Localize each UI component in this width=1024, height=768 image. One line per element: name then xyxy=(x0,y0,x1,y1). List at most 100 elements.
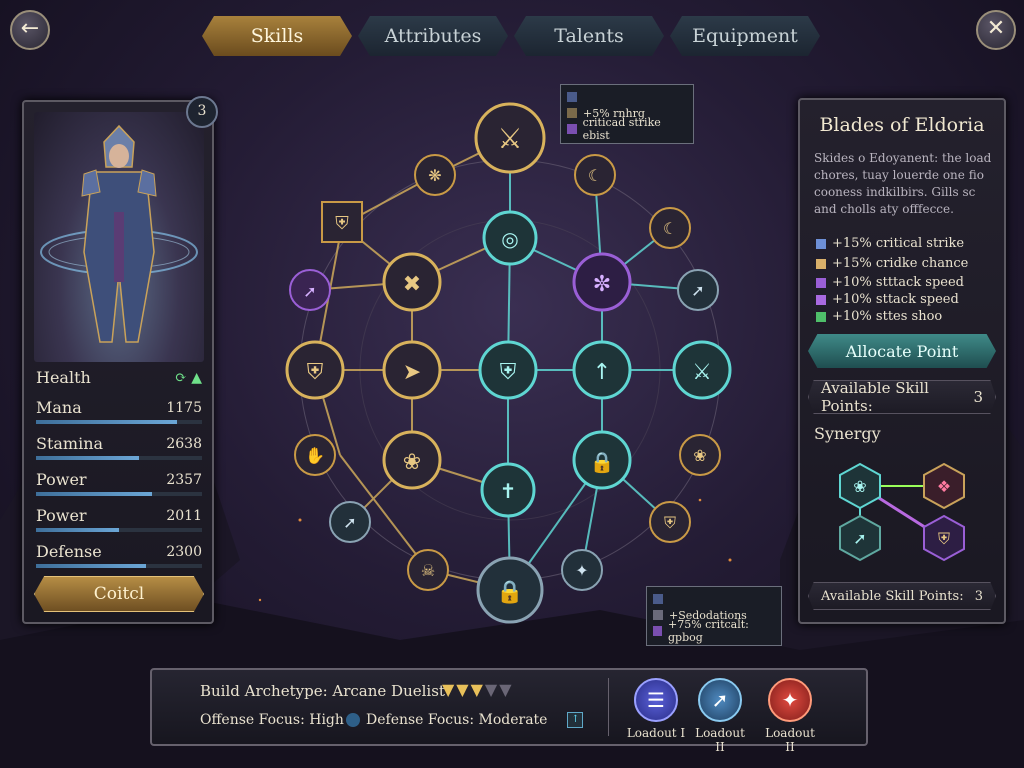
svg-text:🔒: 🔒 xyxy=(496,580,523,605)
skill-node-fist[interactable]: ✋ xyxy=(294,434,336,476)
skill-tree: ⚔ ❋ ⛨ ➚ ✖ ⛨ ➤ ✋ ❀ ➚ ☠ ◎ ⛨ ✝ 🔒 ✼ ↑ 🔒 ⚔ ☾ … xyxy=(285,102,732,624)
bonus-icon xyxy=(653,626,662,636)
skill-node-sword-teal[interactable]: ↑ xyxy=(572,340,632,400)
skill-node-spear-right[interactable]: ➚ xyxy=(677,269,719,311)
bonus-text: +10% sttack speed xyxy=(832,292,959,307)
stat-power-2: Power 2011 xyxy=(36,506,202,540)
svg-text:⛨: ⛨ xyxy=(500,360,517,385)
bonus-item: +10% stttack speed xyxy=(816,275,964,290)
defense-icon xyxy=(346,713,360,727)
svg-text:⛨: ⛨ xyxy=(307,360,324,385)
skill-tooltip-bottom: +Sedodations +75% critcalt: gpbog xyxy=(646,586,782,646)
regen-icons: ⟳ ▲ xyxy=(175,370,202,386)
stat-label: Stamina xyxy=(36,434,104,453)
close-button[interactable]: ✕ xyxy=(976,10,1016,50)
available-points-value: 3 xyxy=(973,388,983,406)
skill-node-dragon[interactable]: ❀ xyxy=(382,430,442,490)
skill-node-gold-2[interactable]: ⛨ xyxy=(321,201,363,243)
svg-text:🔒: 🔒 xyxy=(590,450,615,474)
allocate-point-button[interactable]: Allocate Point xyxy=(808,334,996,368)
skill-node-mask[interactable]: ☠ xyxy=(407,549,449,591)
skill-node-blade[interactable]: ➚ xyxy=(329,501,371,543)
loadout-1[interactable]: ☰ Loadout I xyxy=(626,678,686,740)
build-summary-bar: Build Archetype: Arcane Duelist ▼▼▼▼▼ Of… xyxy=(150,668,868,754)
skill-node-beast[interactable]: ❀ xyxy=(679,434,721,476)
synergy-node-blade[interactable]: ➚ xyxy=(839,514,881,562)
available-points-row-2: Available Skill Points: 3 xyxy=(808,582,996,610)
tab-talents[interactable]: Talents xyxy=(514,16,664,56)
skill-node-shield-right[interactable]: ⛨ xyxy=(649,501,691,543)
svg-text:⚔: ⚔ xyxy=(692,360,712,385)
synergy-node-shield[interactable]: ⛨ xyxy=(923,514,965,562)
skill-node-vortex[interactable]: ✼ xyxy=(572,252,632,312)
knight-figure xyxy=(40,124,198,343)
bonus-icon xyxy=(816,311,826,322)
skill-node-mace[interactable]: ✦ xyxy=(561,549,603,591)
synergy-node-beast[interactable]: ❀ xyxy=(839,462,881,510)
loadout-3[interactable]: ✦ Loadout II xyxy=(760,678,820,754)
tab-skills[interactable]: Skills xyxy=(202,16,352,56)
tab-attributes[interactable]: Attributes xyxy=(358,16,508,56)
tooltip-text: criticad strike ebist xyxy=(582,116,661,142)
bonus-icon xyxy=(567,124,577,134)
stat-label: Power xyxy=(36,506,87,525)
skill-node-shield-gold[interactable]: ⛨ xyxy=(285,340,345,400)
bonus-item: +15% critical strike xyxy=(816,236,964,251)
loadout-label: Loadout I xyxy=(626,726,686,740)
svg-text:➚: ➚ xyxy=(853,529,866,548)
rune-icon: ☰ xyxy=(634,678,678,722)
svg-text:☾: ☾ xyxy=(588,166,602,185)
close-icon: ✕ xyxy=(986,16,1006,41)
confirm-button[interactable]: Coitcl xyxy=(34,576,204,612)
stat-bar xyxy=(36,420,202,424)
loadout-2[interactable]: ➚ Loadout II xyxy=(690,678,750,754)
offense-focus: Offense Focus: High xyxy=(200,712,344,728)
bonus-icon xyxy=(567,108,577,118)
info-icon[interactable]: ↑ xyxy=(567,712,584,728)
skill-node-eye[interactable]: ◎ xyxy=(482,210,538,266)
stat-bar-fill xyxy=(36,528,119,532)
skill-node-locked-bottom[interactable]: 🔒 xyxy=(476,556,544,624)
back-button[interactable]: ← xyxy=(10,10,50,50)
bonus-icon xyxy=(816,277,826,288)
svg-text:⛨: ⛨ xyxy=(664,513,676,532)
defense-focus: Defense Focus: Moderate ↑ xyxy=(346,712,584,728)
tooltip-icon-row xyxy=(567,89,687,105)
tab-attributes-label: Attributes xyxy=(384,25,482,47)
skill-node-lock-teal[interactable]: 🔒 xyxy=(572,430,632,490)
build-archetype: Build Archetype: Arcane Duelist xyxy=(200,682,445,700)
skill-node-top[interactable]: ⚔ xyxy=(474,102,546,174)
svg-text:➤: ➤ xyxy=(403,360,421,385)
svg-text:☠: ☠ xyxy=(421,561,435,580)
stat-power: Power 2357 xyxy=(36,470,202,504)
bonus-icon xyxy=(653,610,663,620)
skill-node-crossed-swords[interactable]: ⚔ xyxy=(672,340,732,400)
stat-bar-fill xyxy=(36,492,153,496)
stat-value: 2638 xyxy=(166,436,202,452)
svg-text:❀: ❀ xyxy=(853,477,866,496)
svg-text:❀: ❀ xyxy=(693,446,706,465)
skill-node-center-shield[interactable]: ⛨ xyxy=(478,340,538,400)
rating-empty-icon: ▼▼ xyxy=(484,680,514,699)
synergy-node-flame[interactable]: ❖ xyxy=(923,462,965,510)
skill-node-gold-1[interactable]: ❋ xyxy=(414,154,456,196)
arrow-left-icon: ← xyxy=(20,16,40,41)
skill-node-claw[interactable]: ☾ xyxy=(649,207,691,249)
svg-text:❖: ❖ xyxy=(937,477,951,496)
skill-node-dagger[interactable]: ✝ xyxy=(480,462,536,518)
skill-node-crossed-spears[interactable]: ✖ xyxy=(382,252,442,312)
tab-equipment[interactable]: Equipment xyxy=(670,16,820,56)
skill-node-crescent[interactable]: ☾ xyxy=(574,154,616,196)
stat-label: Power xyxy=(36,470,87,489)
level-badge-text: 3 xyxy=(197,103,207,119)
stat-bar xyxy=(36,528,202,532)
stat-label: Health xyxy=(36,368,91,387)
svg-text:⚔: ⚔ xyxy=(497,122,522,155)
stat-bar xyxy=(36,456,202,460)
skill-node-purple[interactable]: ➚ xyxy=(289,269,331,311)
character-panel: 3 Health ⟳ ▲ Mana 1175 Stamina 2638 Powe… xyxy=(22,96,218,624)
bonus-icon xyxy=(816,294,826,305)
skill-node-arrow-burst[interactable]: ➤ xyxy=(382,340,442,400)
stat-value: 2357 xyxy=(166,472,202,488)
sword-icon xyxy=(653,594,663,604)
